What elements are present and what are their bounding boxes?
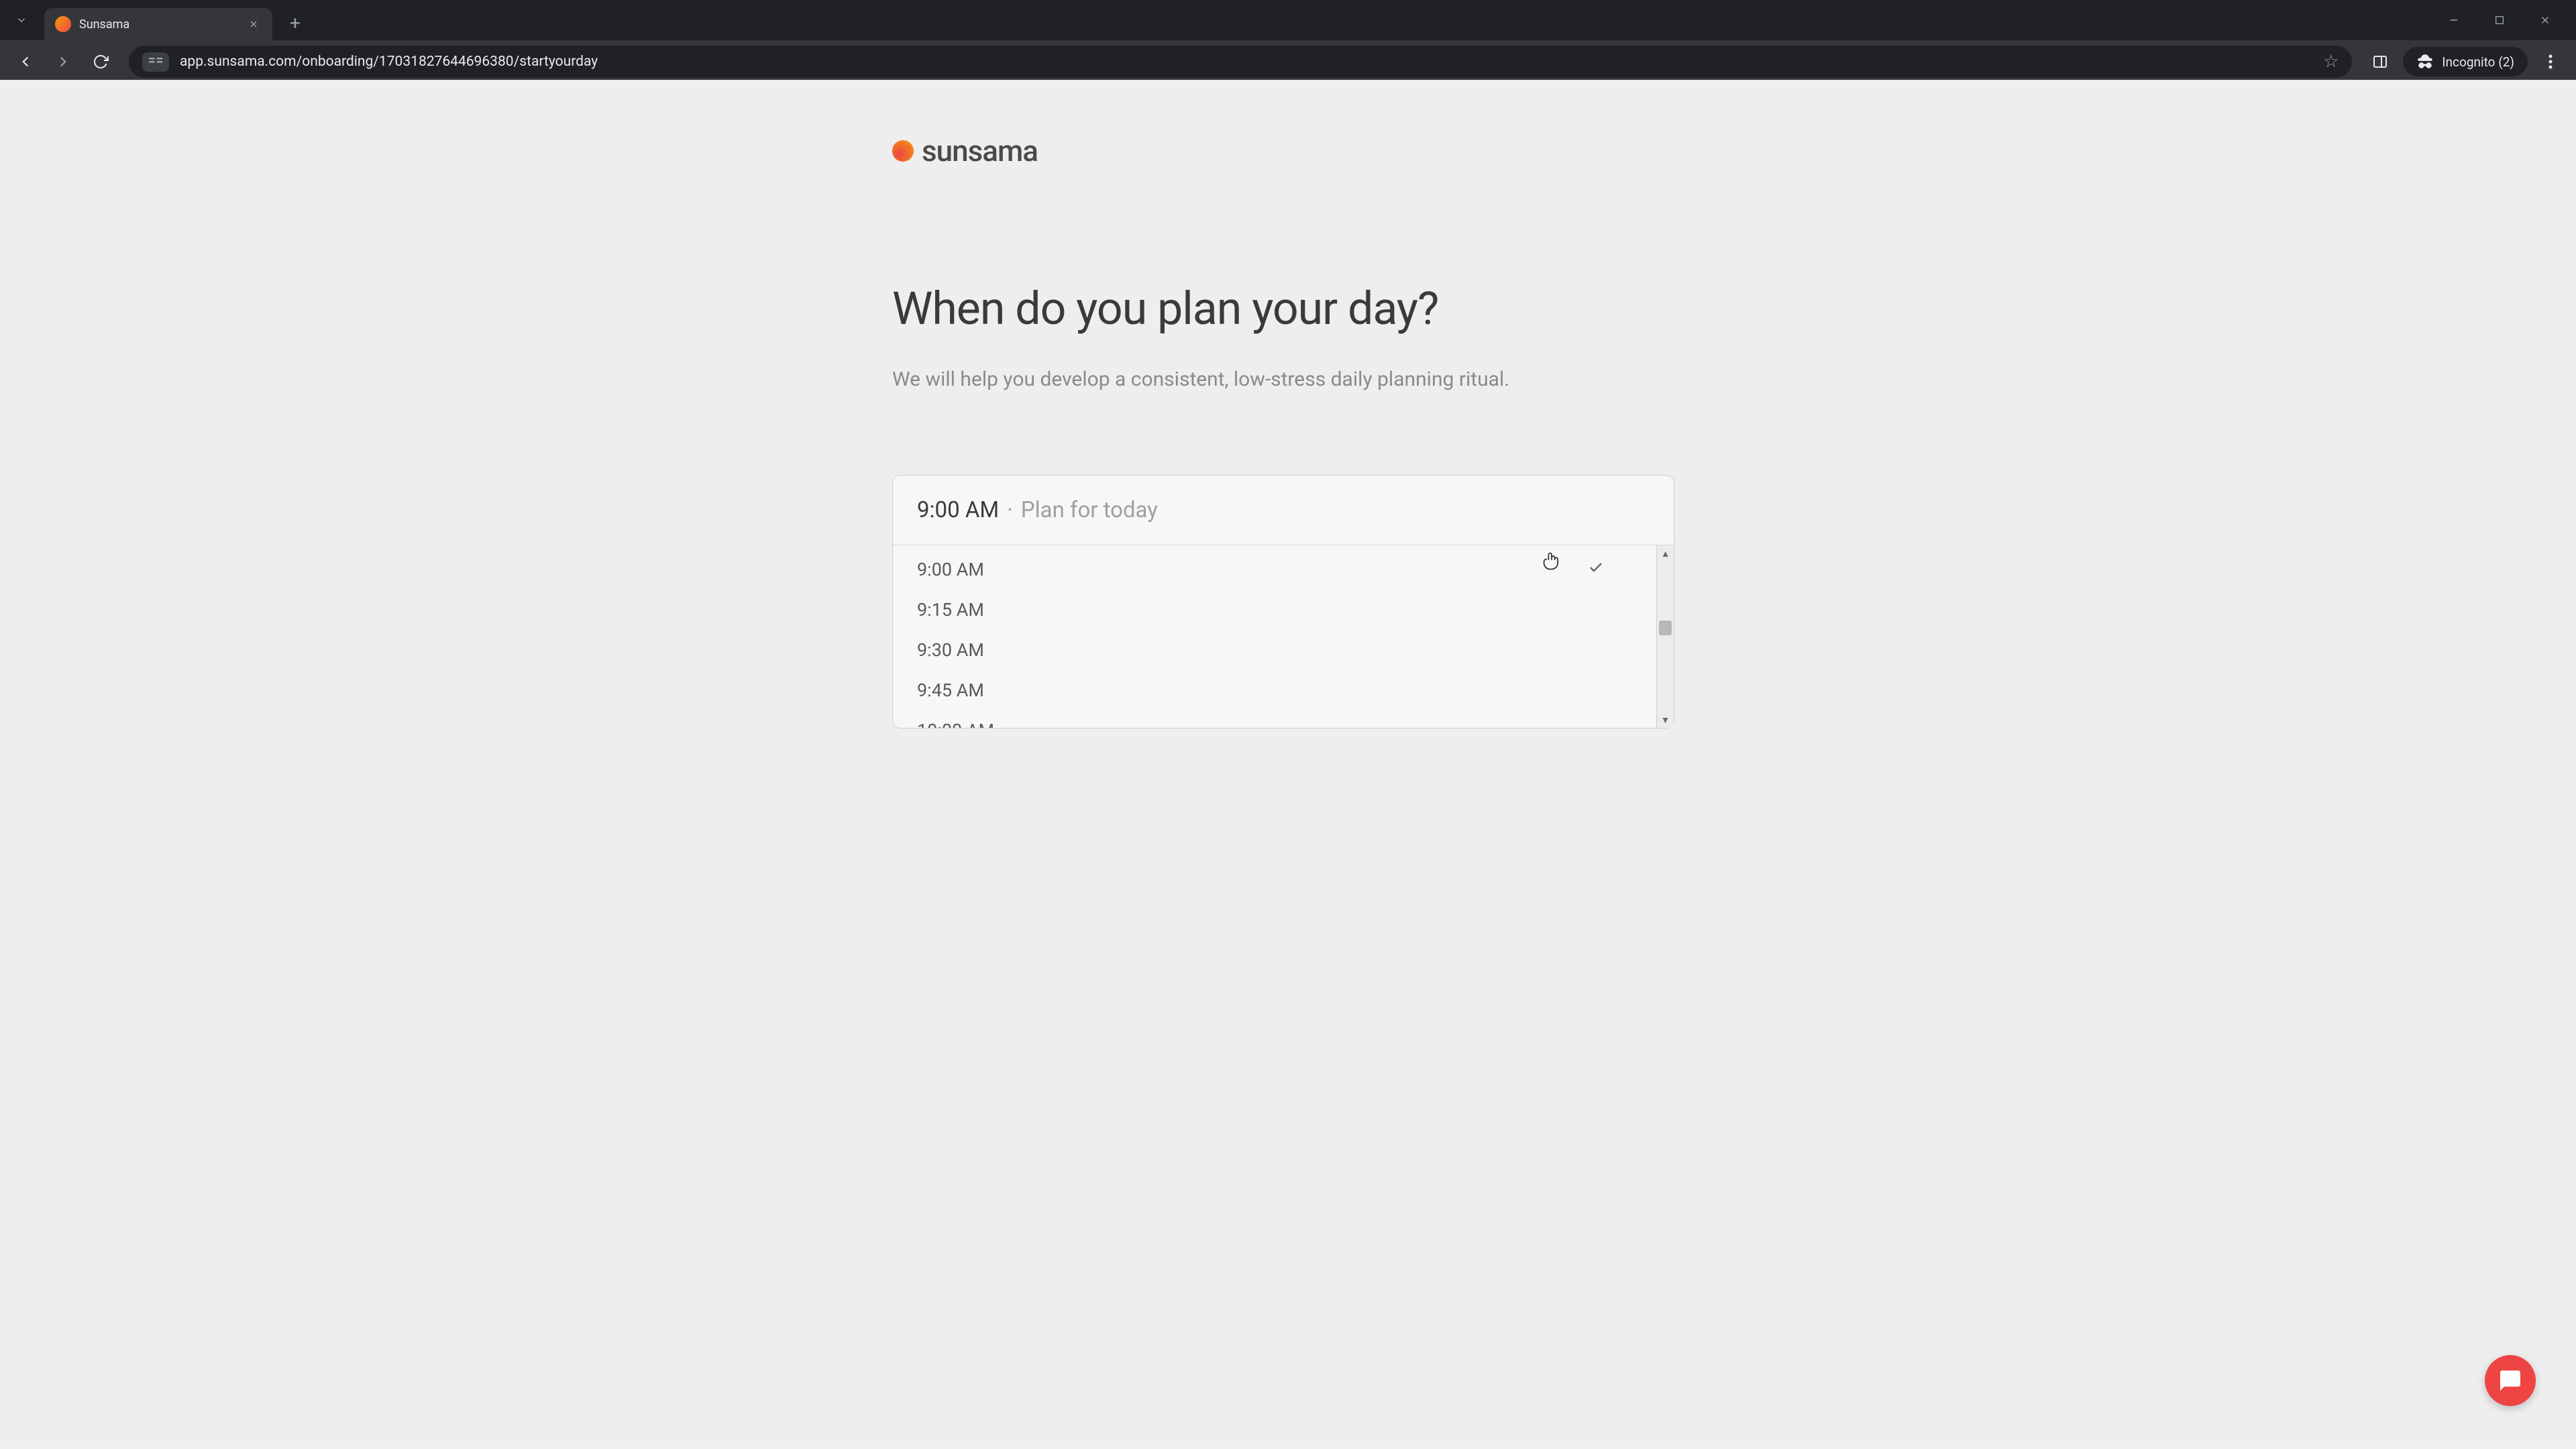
scroll-thumb[interactable] <box>1659 621 1672 635</box>
scrollbar[interactable]: ▲ ▼ <box>1656 545 1674 728</box>
time-dropdown-list: 9:00 AM 9:15 AM 9:30 AM 9:45 AM <box>893 545 1674 728</box>
incognito-badge[interactable]: Incognito (2) <box>2403 47 2528 76</box>
new-tab-button[interactable]: + <box>280 8 310 38</box>
window-controls <box>2439 5 2576 35</box>
time-option[interactable]: 9:45 AM <box>893 670 1655 710</box>
minimize-button[interactable] <box>2439 5 2469 35</box>
selected-time-label: Plan for today <box>1021 497 1158 523</box>
tab-title: Sunsama <box>79 17 237 32</box>
incognito-label: Incognito (2) <box>2442 54 2514 70</box>
close-window-button[interactable] <box>2530 5 2560 35</box>
forward-button[interactable] <box>48 47 78 76</box>
time-option-label: 9:15 AM <box>917 599 984 621</box>
time-option[interactable]: 10:00 AM <box>893 710 1655 728</box>
time-option[interactable]: 9:00 AM <box>893 545 1655 590</box>
browser-tab[interactable]: Sunsama <box>44 8 272 40</box>
selected-time-display[interactable]: 9:00 AM · Plan for today <box>893 476 1674 545</box>
chat-support-button[interactable] <box>2485 1355 2536 1406</box>
time-option-label: 10:00 AM <box>917 720 994 728</box>
scroll-up-arrow-icon[interactable]: ▲ <box>1657 545 1674 561</box>
address-bar[interactable]: app.sunsama.com/onboarding/1703182764469… <box>129 46 2352 78</box>
tab-close-button[interactable] <box>246 16 262 32</box>
incognito-icon <box>2416 53 2434 70</box>
back-button[interactable] <box>11 47 40 76</box>
sunsama-logo-icon <box>892 140 914 162</box>
reload-button[interactable] <box>86 47 115 76</box>
browser-chrome: Sunsama + <box>0 0 2576 80</box>
tab-bar: Sunsama + <box>0 0 2576 40</box>
site-info-icon[interactable] <box>142 52 169 72</box>
browser-menu-button[interactable] <box>2536 47 2565 76</box>
url-text: app.sunsama.com/onboarding/1703182764469… <box>180 54 2312 70</box>
time-option-label: 9:30 AM <box>917 639 984 661</box>
page-content: sunsama When do you plan your day? We wi… <box>0 80 2576 1446</box>
page-subtext: We will help you develop a consistent, l… <box>892 364 1603 394</box>
chat-icon <box>2498 1368 2522 1393</box>
tab-search-button[interactable] <box>7 5 36 35</box>
scroll-down-arrow-icon[interactable]: ▼ <box>1657 712 1674 728</box>
page-heading: When do you plan your day? <box>892 282 1684 335</box>
sunsama-logo-text: sunsama <box>922 133 1038 168</box>
time-option[interactable]: 9:15 AM <box>893 590 1655 630</box>
check-icon <box>1588 559 1604 580</box>
tab-favicon-icon <box>55 16 71 32</box>
time-selector: 9:00 AM · Plan for today 9:00 AM 9:15 AM <box>892 475 1674 729</box>
time-option[interactable]: 9:30 AM <box>893 630 1655 670</box>
time-option-label: 9:45 AM <box>917 680 984 701</box>
time-option-label: 9:00 AM <box>917 559 984 580</box>
sunsama-logo: sunsama <box>892 133 1684 168</box>
separator: · <box>1007 497 1013 523</box>
selected-time-value: 9:00 AM <box>917 497 999 523</box>
maximize-button[interactable] <box>2485 5 2514 35</box>
browser-toolbar: app.sunsama.com/onboarding/1703182764469… <box>0 40 2576 83</box>
bookmark-star-icon[interactable]: ☆ <box>2323 52 2339 72</box>
side-panel-icon[interactable] <box>2365 47 2395 76</box>
